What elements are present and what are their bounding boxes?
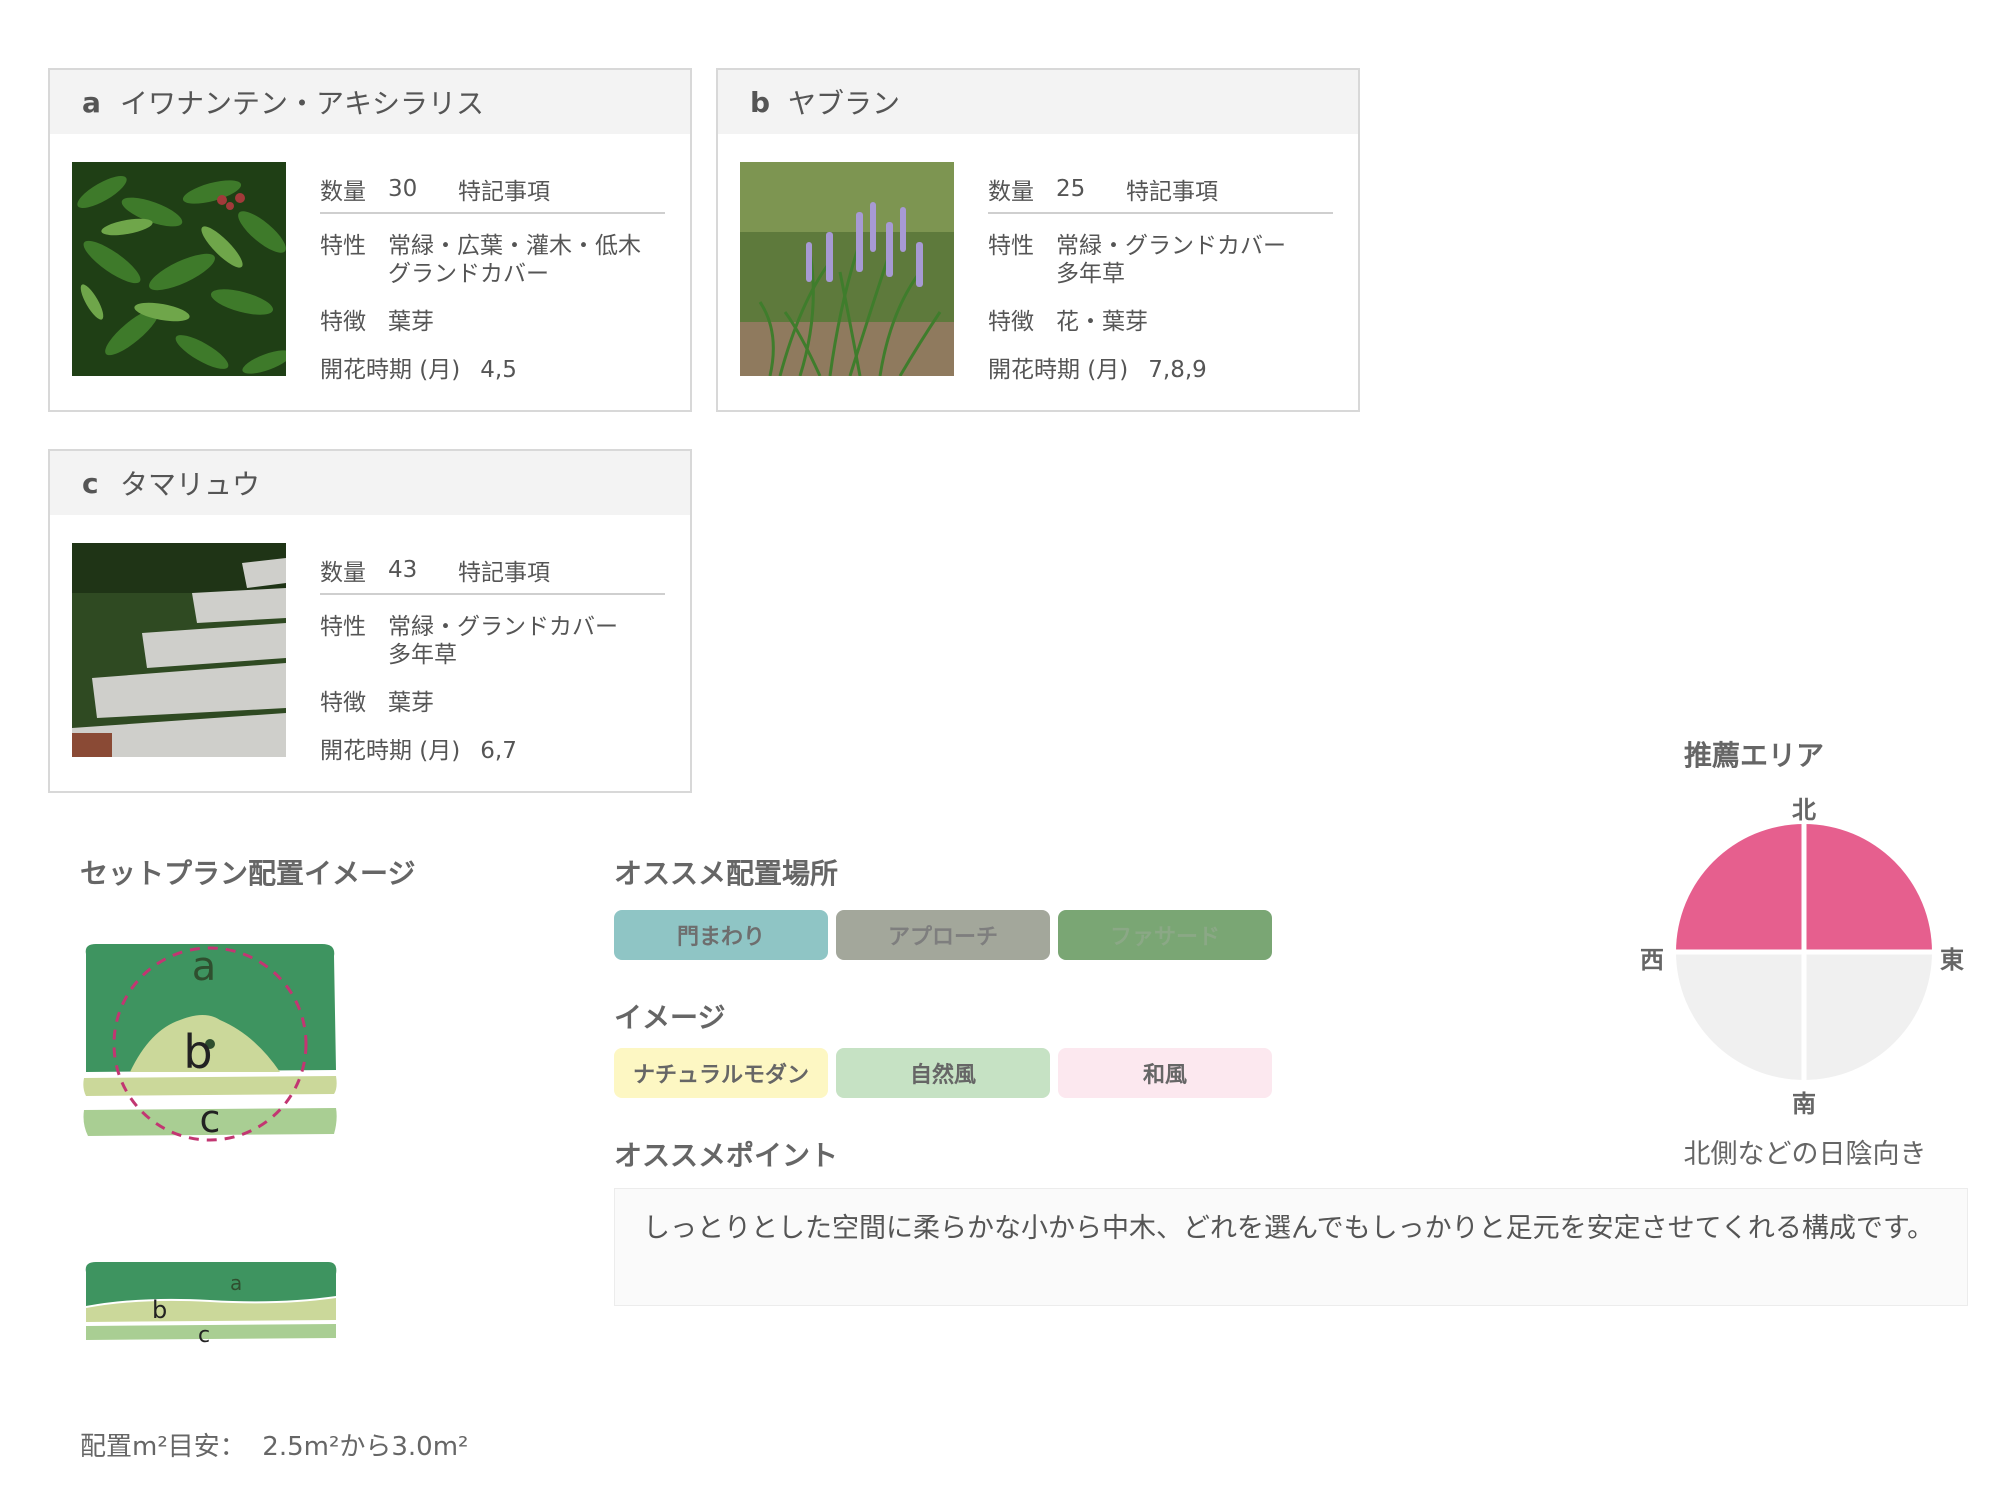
point-text: しっとりとした空間に柔らかな小から中木、どれを選んでもしっかりと足元を安定させて… bbox=[643, 1213, 1935, 1244]
bloom-label: 開花時期 (月) bbox=[320, 738, 461, 764]
placement-title: オススメ配置場所 bbox=[614, 857, 839, 890]
trait-label: 特性 bbox=[320, 614, 366, 640]
card-header: a イワナンテン・アキシラリス bbox=[50, 70, 690, 134]
card-details: 数量 43 特記事項 特性 常緑・グランドカバー 多年草 特徴 葉芽 開花時期 … bbox=[320, 547, 665, 765]
quantity-label: 数量 bbox=[320, 560, 366, 586]
trait-value-line1: 常緑・広葉・灌木・低木 bbox=[388, 233, 641, 259]
feature-label: 特徴 bbox=[320, 690, 366, 716]
feature-label: 特徴 bbox=[988, 309, 1034, 335]
feature-row: 特徴 葉芽 bbox=[320, 308, 665, 336]
card-letter: c bbox=[82, 466, 99, 500]
placement-tag-approach: アプローチ bbox=[836, 910, 1050, 960]
special-note-label: 特記事項 bbox=[1126, 179, 1218, 205]
point-text-box: しっとりとした空間に柔らかな小から中木、どれを選んでもしっかりと足元を安定させて… bbox=[614, 1188, 1968, 1306]
card-details: 数量 25 特記事項 特性 常緑・グランドカバー 多年草 特徴 花・葉芽 開花時… bbox=[988, 166, 1333, 384]
quantity-row: 数量 25 特記事項 bbox=[988, 166, 1333, 214]
setplan-side-label-a: a bbox=[230, 1271, 242, 1295]
setplan-side-label-b: b bbox=[152, 1296, 167, 1324]
placement-tag-facade: ファサード bbox=[1058, 910, 1272, 960]
feature-value: 花・葉芽 bbox=[1056, 309, 1148, 335]
trait-value-line1: 常緑・グランドカバー bbox=[1056, 233, 1286, 259]
bloom-value: 4,5 bbox=[480, 357, 517, 383]
trait-label: 特性 bbox=[320, 233, 366, 259]
bloom-row: 開花時期 (月) 4,5 bbox=[320, 356, 665, 384]
plant-name: イワナンテン・アキシラリス bbox=[120, 87, 485, 120]
point-title: オススメポイント bbox=[614, 1139, 839, 1172]
special-note-label: 特記事項 bbox=[458, 560, 550, 586]
setplan-side-label-c: c bbox=[198, 1323, 210, 1348]
setplan-side-view-diagram: a b c bbox=[85, 1262, 337, 1348]
quantity-value: 25 bbox=[1056, 176, 1086, 202]
card-details: 数量 30 特記事項 特性 常緑・広葉・灌木・低木 グランドカバー 特徴 葉芽 … bbox=[320, 166, 665, 384]
trait-row: 特性 常緑・広葉・灌木・低木 グランドカバー bbox=[320, 232, 665, 288]
plant-card-b: b ヤブラン 数量 25 特記事項 特性 常緑・グランドカバー 多年草 特徴 花… bbox=[716, 68, 1360, 412]
compass-south-label: 南 bbox=[1792, 1090, 1816, 1118]
image-title: イメージ bbox=[614, 1001, 726, 1034]
feature-row: 特徴 葉芽 bbox=[320, 689, 665, 717]
setplan-top-label-c: c bbox=[200, 1097, 221, 1141]
recommended-area-compass bbox=[1674, 822, 1934, 1082]
compass-west-label: 西 bbox=[1640, 946, 1664, 974]
bloom-label: 開花時期 (月) bbox=[988, 357, 1129, 383]
card-letter: a bbox=[82, 85, 101, 119]
plant-name: ヤブラン bbox=[788, 87, 901, 120]
trait-value-line2: グランドカバー bbox=[388, 261, 549, 287]
feature-value: 葉芽 bbox=[388, 309, 434, 335]
trait-value-line1: 常緑・グランドカバー bbox=[388, 614, 618, 640]
feature-value: 葉芽 bbox=[388, 690, 434, 716]
bloom-value: 6,7 bbox=[480, 738, 517, 764]
area-quadrant-ne bbox=[1804, 824, 1932, 952]
setplan-title: セットプラン配置イメージ bbox=[80, 857, 416, 890]
area-note: 北側などの日陰向き bbox=[1683, 1139, 1927, 1170]
feature-row: 特徴 花・葉芽 bbox=[988, 308, 1333, 336]
special-note-label: 特記事項 bbox=[458, 179, 550, 205]
card-header: b ヤブラン bbox=[718, 70, 1358, 134]
bloom-label: 開花時期 (月) bbox=[320, 357, 461, 383]
quantity-label: 数量 bbox=[320, 179, 366, 205]
card-letter: b bbox=[750, 85, 771, 119]
compass-east-label: 東 bbox=[1940, 946, 1964, 974]
trait-value-line2: 多年草 bbox=[388, 642, 457, 668]
placement-tag-gate: 門まわり bbox=[614, 910, 828, 960]
trait-row: 特性 常緑・グランドカバー 多年草 bbox=[988, 232, 1333, 288]
trait-row: 特性 常緑・グランドカバー 多年草 bbox=[320, 613, 665, 669]
image-tag-natural-modern: ナチュラルモダン bbox=[614, 1048, 828, 1098]
quantity-label: 数量 bbox=[988, 179, 1034, 205]
trait-label: 特性 bbox=[988, 233, 1034, 259]
stepping-stone-groundcover-photo bbox=[72, 543, 286, 757]
trait-value-line2: 多年草 bbox=[1056, 261, 1125, 287]
compass-north-label: 北 bbox=[1792, 796, 1816, 824]
liriope-flower-photo bbox=[740, 162, 954, 376]
setplan-top-view-diagram: a b c bbox=[83, 944, 337, 1142]
feature-label: 特徴 bbox=[320, 309, 366, 335]
quantity-row: 数量 43 特記事項 bbox=[320, 547, 665, 595]
area-quadrant-se bbox=[1804, 952, 1932, 1080]
bloom-row: 開花時期 (月) 7,8,9 bbox=[988, 356, 1333, 384]
plant-card-a: a イワナンテン・アキシラリス 数量 30 特記事項 特性 常緑・広葉・灌木・低… bbox=[48, 68, 692, 412]
image-tag-japanese: 和風 bbox=[1058, 1048, 1272, 1098]
area-quadrant-nw bbox=[1676, 824, 1804, 952]
area-title: 推薦エリア bbox=[1684, 739, 1825, 772]
setplan-top-label-a: a bbox=[192, 944, 217, 990]
bloom-row: 開花時期 (月) 6,7 bbox=[320, 737, 665, 765]
area-estimate-note: 配置m²目安： 2.5m²から3.0m² bbox=[80, 1432, 469, 1462]
leafy-shrub-photo bbox=[72, 162, 286, 376]
plant-card-c: c タマリュウ 数量 43 特記事項 特性 常緑・グランドカバー 多年草 特徴 bbox=[48, 449, 692, 793]
quantity-row: 数量 30 特記事項 bbox=[320, 166, 665, 214]
setplan-top-label-b: b bbox=[183, 1025, 212, 1079]
plant-name: タマリュウ bbox=[120, 468, 261, 501]
bloom-value: 7,8,9 bbox=[1148, 357, 1207, 383]
quantity-value: 30 bbox=[388, 176, 418, 202]
area-quadrant-sw bbox=[1676, 952, 1804, 1080]
quantity-value: 43 bbox=[388, 557, 418, 583]
card-header: c タマリュウ bbox=[50, 451, 690, 515]
image-tag-natural: 自然風 bbox=[836, 1048, 1050, 1098]
